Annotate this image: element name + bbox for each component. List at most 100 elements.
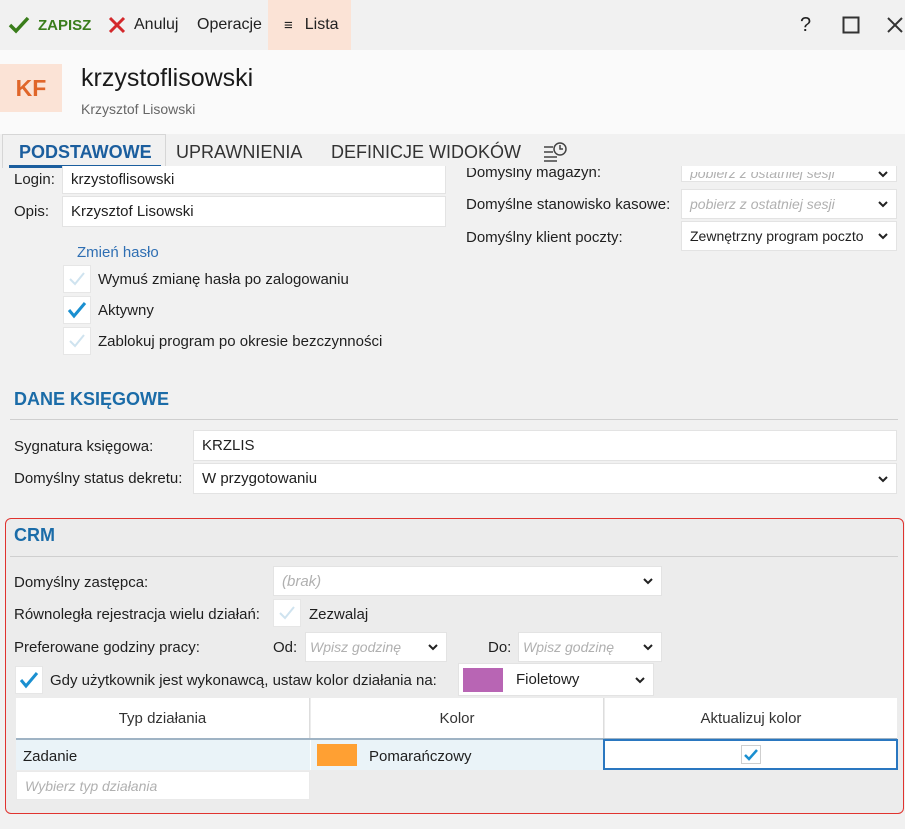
- description-input[interactable]: Krzysztof Lisowski: [62, 196, 446, 227]
- force-password-change-label: Wymuś zmianę hasła po zalogowaniu: [98, 271, 349, 288]
- color-rule-select[interactable]: Fioletowy: [458, 663, 654, 696]
- force-password-change-checkbox[interactable]: [63, 265, 91, 293]
- chevron-down-icon: [878, 170, 888, 177]
- tab-definicje-widokow[interactable]: DEFINICJE WIDOKÓW: [331, 142, 521, 163]
- chevron-down-icon: [635, 676, 645, 683]
- default-substitute-placeholder: (brak): [282, 572, 322, 590]
- default-substitute-select[interactable]: (brak): [273, 566, 662, 596]
- new-activity-type-input[interactable]: Wybierz typ działania: [16, 771, 310, 800]
- section-divider: [10, 556, 898, 557]
- default-substitute-label: Domyślny zastępca:: [14, 574, 149, 591]
- chevron-down-icon: [643, 578, 653, 585]
- default-warehouse-placeholder: pobierz z ostatniej sesji: [690, 166, 835, 181]
- default-mail-client-value: Zewnętrzny program poczto: [690, 228, 864, 244]
- save-label: ZAPISZ: [38, 16, 92, 34]
- avatar: KF: [0, 64, 62, 112]
- grid-header-label: Typ działania: [118, 709, 207, 727]
- grid-header-label: Kolor: [439, 709, 475, 727]
- color-rule-checkbox[interactable]: [15, 666, 43, 694]
- default-warehouse-select[interactable]: pobierz z ostatniej sesji: [681, 166, 897, 182]
- default-cash-station-select[interactable]: pobierz z ostatniej sesji: [681, 189, 897, 219]
- color-swatch: [463, 667, 503, 692]
- login-value: krzystoflisowski: [71, 171, 175, 188]
- grid-header-activity-type[interactable]: Typ działania: [16, 698, 310, 738]
- maximize-button[interactable]: [842, 0, 860, 50]
- cancel-button[interactable]: Anuluj: [108, 0, 178, 50]
- close-window-button[interactable]: [886, 0, 904, 50]
- login-input[interactable]: krzystoflisowski: [62, 166, 446, 194]
- check-icon: [67, 302, 87, 319]
- grid-header-label: Aktualizuj kolor: [700, 709, 802, 727]
- page-subtitle: Krzysztof Lisowski: [81, 101, 196, 117]
- parallel-registration-label: Równoległa rejestracja wielu działań:: [14, 606, 260, 623]
- accounting-signature-input[interactable]: KRZLIS: [193, 430, 897, 461]
- page-title: krzystoflisowski: [81, 64, 254, 92]
- check-icon: [19, 672, 39, 689]
- chevron-down-icon: [878, 233, 888, 240]
- color-rule-label: Gdy użytkownik jest wykonawcą, ustaw kol…: [50, 672, 437, 689]
- color-rule-value: Fioletowy: [516, 671, 580, 688]
- preferred-hours-label: Preferowane godziny pracy:: [14, 639, 200, 656]
- check-faint-icon: [69, 334, 85, 348]
- check-faint-icon: [279, 606, 295, 620]
- default-cash-station-label: Domyślne stanowisko kasowe:: [466, 196, 671, 213]
- change-password-link[interactable]: Zmień hasło: [77, 244, 159, 261]
- hours-to-select[interactable]: Wpisz godzinę: [518, 632, 662, 662]
- active-label: Aktywny: [98, 302, 154, 319]
- description-label: Opis:: [14, 203, 50, 220]
- default-mail-client-label: Domyślny klient poczty:: [466, 229, 623, 246]
- help-label: ?: [800, 13, 812, 36]
- section-divider: [10, 419, 898, 420]
- close-icon: [887, 17, 903, 33]
- accounting-section-title: DANE KSIĘGOWE: [14, 389, 170, 409]
- parallel-registration-checkbox[interactable]: [273, 599, 301, 627]
- chevron-down-icon: [878, 201, 888, 208]
- description-value: Krzysztof Lisowski: [71, 203, 194, 220]
- active-checkbox[interactable]: [63, 296, 91, 324]
- operations-menu[interactable]: Operacje: [197, 0, 262, 50]
- check-icon: [8, 16, 30, 34]
- parallel-registration-checkbox-label: Zezwalaj: [309, 606, 369, 623]
- idle-lock-label: Zablokuj program po okresie bezczynności: [98, 333, 383, 350]
- hours-to-placeholder: Wpisz godzinę: [523, 639, 615, 655]
- idle-lock-checkbox[interactable]: [63, 327, 91, 355]
- default-decree-status-select[interactable]: W przygotowaniu: [193, 463, 897, 494]
- accounting-signature-label: Sygnatura księgowa:: [14, 438, 154, 455]
- chevron-down-icon: [643, 644, 653, 651]
- hamburger-icon: ≡: [284, 16, 293, 34]
- list-button[interactable]: ≡ Lista: [268, 0, 351, 50]
- history-icon[interactable]: [543, 141, 567, 167]
- default-decree-status-label: Domyślny status dekretu:: [14, 470, 183, 487]
- default-decree-status-value: W przygotowaniu: [202, 470, 318, 487]
- close-x-icon: [108, 16, 126, 34]
- hours-to-label: Do:: [488, 639, 512, 656]
- default-warehouse-label: Domyślny magazyn:: [466, 164, 602, 181]
- list-label: Lista: [304, 16, 339, 33]
- grid-header-color[interactable]: Kolor: [311, 698, 604, 738]
- chevron-down-icon: [428, 644, 438, 651]
- grid-header-update-color[interactable]: Aktualizuj kolor: [605, 698, 897, 738]
- tab-podstawowe[interactable]: PODSTAWOWE: [19, 142, 152, 163]
- check-faint-icon: [69, 272, 85, 286]
- cancel-label: Anuluj: [134, 16, 179, 33]
- hours-from-select[interactable]: Wpisz godzinę: [305, 632, 447, 662]
- tab-uprawnienia[interactable]: UPRAWNIENIA: [176, 142, 302, 163]
- help-button[interactable]: ?: [800, 0, 811, 50]
- hours-from-label: Od:: [273, 639, 298, 656]
- maximize-icon: [842, 16, 860, 34]
- login-label: Login:: [14, 171, 55, 188]
- check-icon: [744, 748, 758, 761]
- activity-type-cell[interactable]: Zadanie: [23, 748, 77, 765]
- color-swatch: [317, 744, 357, 766]
- hours-from-placeholder: Wpisz godzinę: [310, 639, 402, 655]
- accounting-signature-value: KRZLIS: [202, 437, 255, 454]
- new-activity-type-placeholder: Wybierz typ działania: [25, 777, 158, 794]
- update-color-checkbox[interactable]: [741, 745, 761, 764]
- chevron-down-icon: [878, 475, 888, 482]
- save-button[interactable]: ZAPISZ: [8, 0, 91, 50]
- default-mail-client-select[interactable]: Zewnętrzny program poczto: [681, 221, 897, 251]
- operations-label: Operacje: [197, 16, 262, 33]
- color-cell[interactable]: Pomarańczowy: [369, 748, 472, 765]
- default-cash-station-placeholder: pobierz z ostatniej sesji: [690, 196, 835, 212]
- grid-cell-divider: [310, 740, 311, 770]
